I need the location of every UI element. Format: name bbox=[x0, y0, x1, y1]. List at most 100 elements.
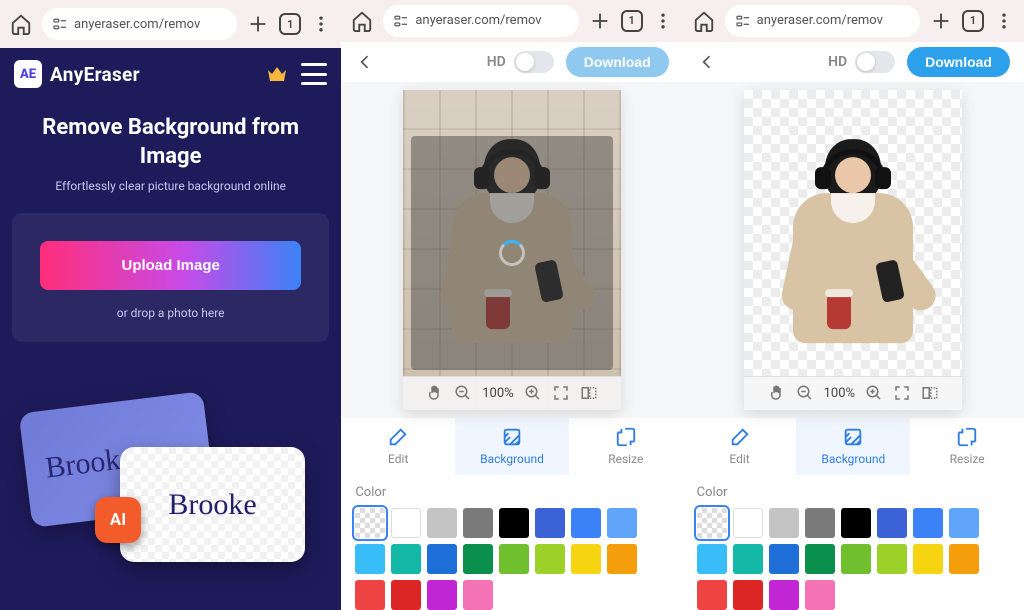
pan-icon[interactable] bbox=[768, 384, 786, 402]
image-preview[interactable]: 100% bbox=[403, 90, 621, 410]
color-swatch[interactable] bbox=[391, 508, 421, 538]
overflow-menu-icon[interactable] bbox=[653, 11, 673, 31]
back-icon[interactable] bbox=[355, 52, 375, 72]
color-swatch[interactable] bbox=[463, 544, 493, 574]
color-swatch[interactable] bbox=[697, 580, 727, 610]
menu-icon[interactable] bbox=[301, 63, 327, 85]
color-swatch[interactable] bbox=[463, 580, 493, 610]
premium-icon[interactable] bbox=[265, 62, 289, 86]
home-icon[interactable] bbox=[351, 10, 373, 32]
color-swatch[interactable] bbox=[391, 544, 421, 574]
background-icon bbox=[501, 426, 523, 448]
color-section: Color bbox=[683, 475, 1024, 610]
color-swatch[interactable] bbox=[733, 508, 763, 538]
home-icon[interactable] bbox=[693, 10, 715, 32]
hd-toggle[interactable] bbox=[855, 51, 895, 73]
color-swatch[interactable] bbox=[769, 580, 799, 610]
logo-icon: AE bbox=[14, 60, 42, 88]
download-button[interactable]: Download bbox=[907, 47, 1010, 77]
color-swatch[interactable] bbox=[571, 544, 601, 574]
color-swatch[interactable] bbox=[607, 508, 637, 538]
zoom-in-icon[interactable] bbox=[524, 384, 542, 402]
upload-button[interactable]: Upload Image bbox=[40, 241, 300, 290]
tool-resize-label: Resize bbox=[950, 452, 985, 466]
pan-icon[interactable] bbox=[426, 384, 444, 402]
tool-resize[interactable]: Resize bbox=[569, 418, 683, 475]
color-swatch[interactable] bbox=[769, 544, 799, 574]
color-swatch[interactable] bbox=[499, 508, 529, 538]
tool-edit[interactable]: Edit bbox=[341, 418, 455, 475]
color-swatch[interactable] bbox=[805, 580, 835, 610]
fullscreen-icon[interactable] bbox=[893, 384, 911, 402]
hero-title: Remove Background from Image bbox=[20, 114, 321, 171]
compare-icon[interactable] bbox=[580, 384, 598, 402]
image-preview[interactable]: 100% bbox=[744, 90, 962, 410]
compare-icon[interactable] bbox=[921, 384, 939, 402]
tab-count[interactable]: 1 bbox=[621, 10, 643, 32]
color-swatch[interactable] bbox=[571, 508, 601, 538]
color-swatch[interactable] bbox=[805, 508, 835, 538]
fullscreen-icon[interactable] bbox=[552, 384, 570, 402]
ai-chip: AI bbox=[95, 497, 141, 543]
download-button[interactable]: Download bbox=[566, 47, 669, 77]
color-label: Color bbox=[697, 485, 1010, 500]
address-bar[interactable]: anyeraser.com/remov bbox=[725, 5, 920, 37]
tool-resize[interactable]: Resize bbox=[910, 418, 1024, 475]
color-swatch[interactable] bbox=[355, 580, 385, 610]
color-swatch[interactable] bbox=[463, 508, 493, 538]
color-swatch[interactable] bbox=[877, 508, 907, 538]
zoom-out-icon[interactable] bbox=[796, 384, 814, 402]
url-text: anyeraser.com/remov bbox=[74, 17, 200, 32]
color-swatch[interactable] bbox=[535, 508, 565, 538]
color-swatch[interactable] bbox=[769, 508, 799, 538]
drop-hint: or drop a photo here bbox=[26, 306, 315, 320]
home-icon[interactable] bbox=[10, 13, 32, 35]
new-tab-icon[interactable] bbox=[247, 13, 269, 35]
color-swatch[interactable] bbox=[733, 580, 763, 610]
color-swatch[interactable] bbox=[427, 580, 457, 610]
site-settings-icon bbox=[735, 13, 751, 29]
color-swatch[interactable] bbox=[391, 580, 421, 610]
new-tab-icon[interactable] bbox=[930, 10, 952, 32]
color-swatch[interactable] bbox=[499, 544, 529, 574]
color-swatch[interactable] bbox=[949, 508, 979, 538]
new-tab-icon[interactable] bbox=[589, 10, 611, 32]
address-bar[interactable]: anyeraser.com/remov bbox=[383, 5, 578, 37]
overflow-menu-icon[interactable] bbox=[994, 11, 1014, 31]
canvas: 100% bbox=[341, 82, 682, 418]
address-bar[interactable]: anyeraser.com/remov bbox=[42, 8, 237, 40]
background-icon bbox=[842, 426, 864, 448]
color-swatch[interactable] bbox=[841, 508, 871, 538]
color-swatch[interactable] bbox=[913, 508, 943, 538]
color-swatch[interactable] bbox=[697, 508, 727, 538]
color-swatch[interactable] bbox=[733, 544, 763, 574]
browser-bar: anyeraser.com/remov 1 bbox=[683, 0, 1024, 42]
color-swatch[interactable] bbox=[697, 544, 727, 574]
color-swatch[interactable] bbox=[949, 544, 979, 574]
tab-count[interactable]: 1 bbox=[279, 13, 301, 35]
color-swatch[interactable] bbox=[355, 508, 385, 538]
overflow-menu-icon[interactable] bbox=[311, 14, 331, 34]
color-swatch[interactable] bbox=[913, 544, 943, 574]
color-swatch[interactable] bbox=[427, 508, 457, 538]
color-swatch[interactable] bbox=[841, 544, 871, 574]
color-swatch[interactable] bbox=[805, 544, 835, 574]
color-swatch[interactable] bbox=[355, 544, 385, 574]
spinner-icon bbox=[499, 240, 525, 266]
color-label: Color bbox=[355, 485, 668, 500]
back-icon[interactable] bbox=[697, 52, 717, 72]
tool-edit[interactable]: Edit bbox=[683, 418, 797, 475]
tool-background[interactable]: Background bbox=[796, 418, 910, 475]
zoom-out-icon[interactable] bbox=[454, 384, 472, 402]
color-swatch[interactable] bbox=[607, 544, 637, 574]
brand[interactable]: AE AnyEraser bbox=[14, 60, 140, 88]
resize-icon bbox=[956, 426, 978, 448]
color-swatch[interactable] bbox=[877, 544, 907, 574]
hd-toggle[interactable] bbox=[514, 51, 554, 73]
zoom-in-icon[interactable] bbox=[865, 384, 883, 402]
tool-background[interactable]: Background bbox=[455, 418, 569, 475]
site-settings-icon bbox=[393, 13, 409, 29]
tab-count[interactable]: 1 bbox=[962, 10, 984, 32]
color-swatch[interactable] bbox=[535, 544, 565, 574]
color-swatch[interactable] bbox=[427, 544, 457, 574]
